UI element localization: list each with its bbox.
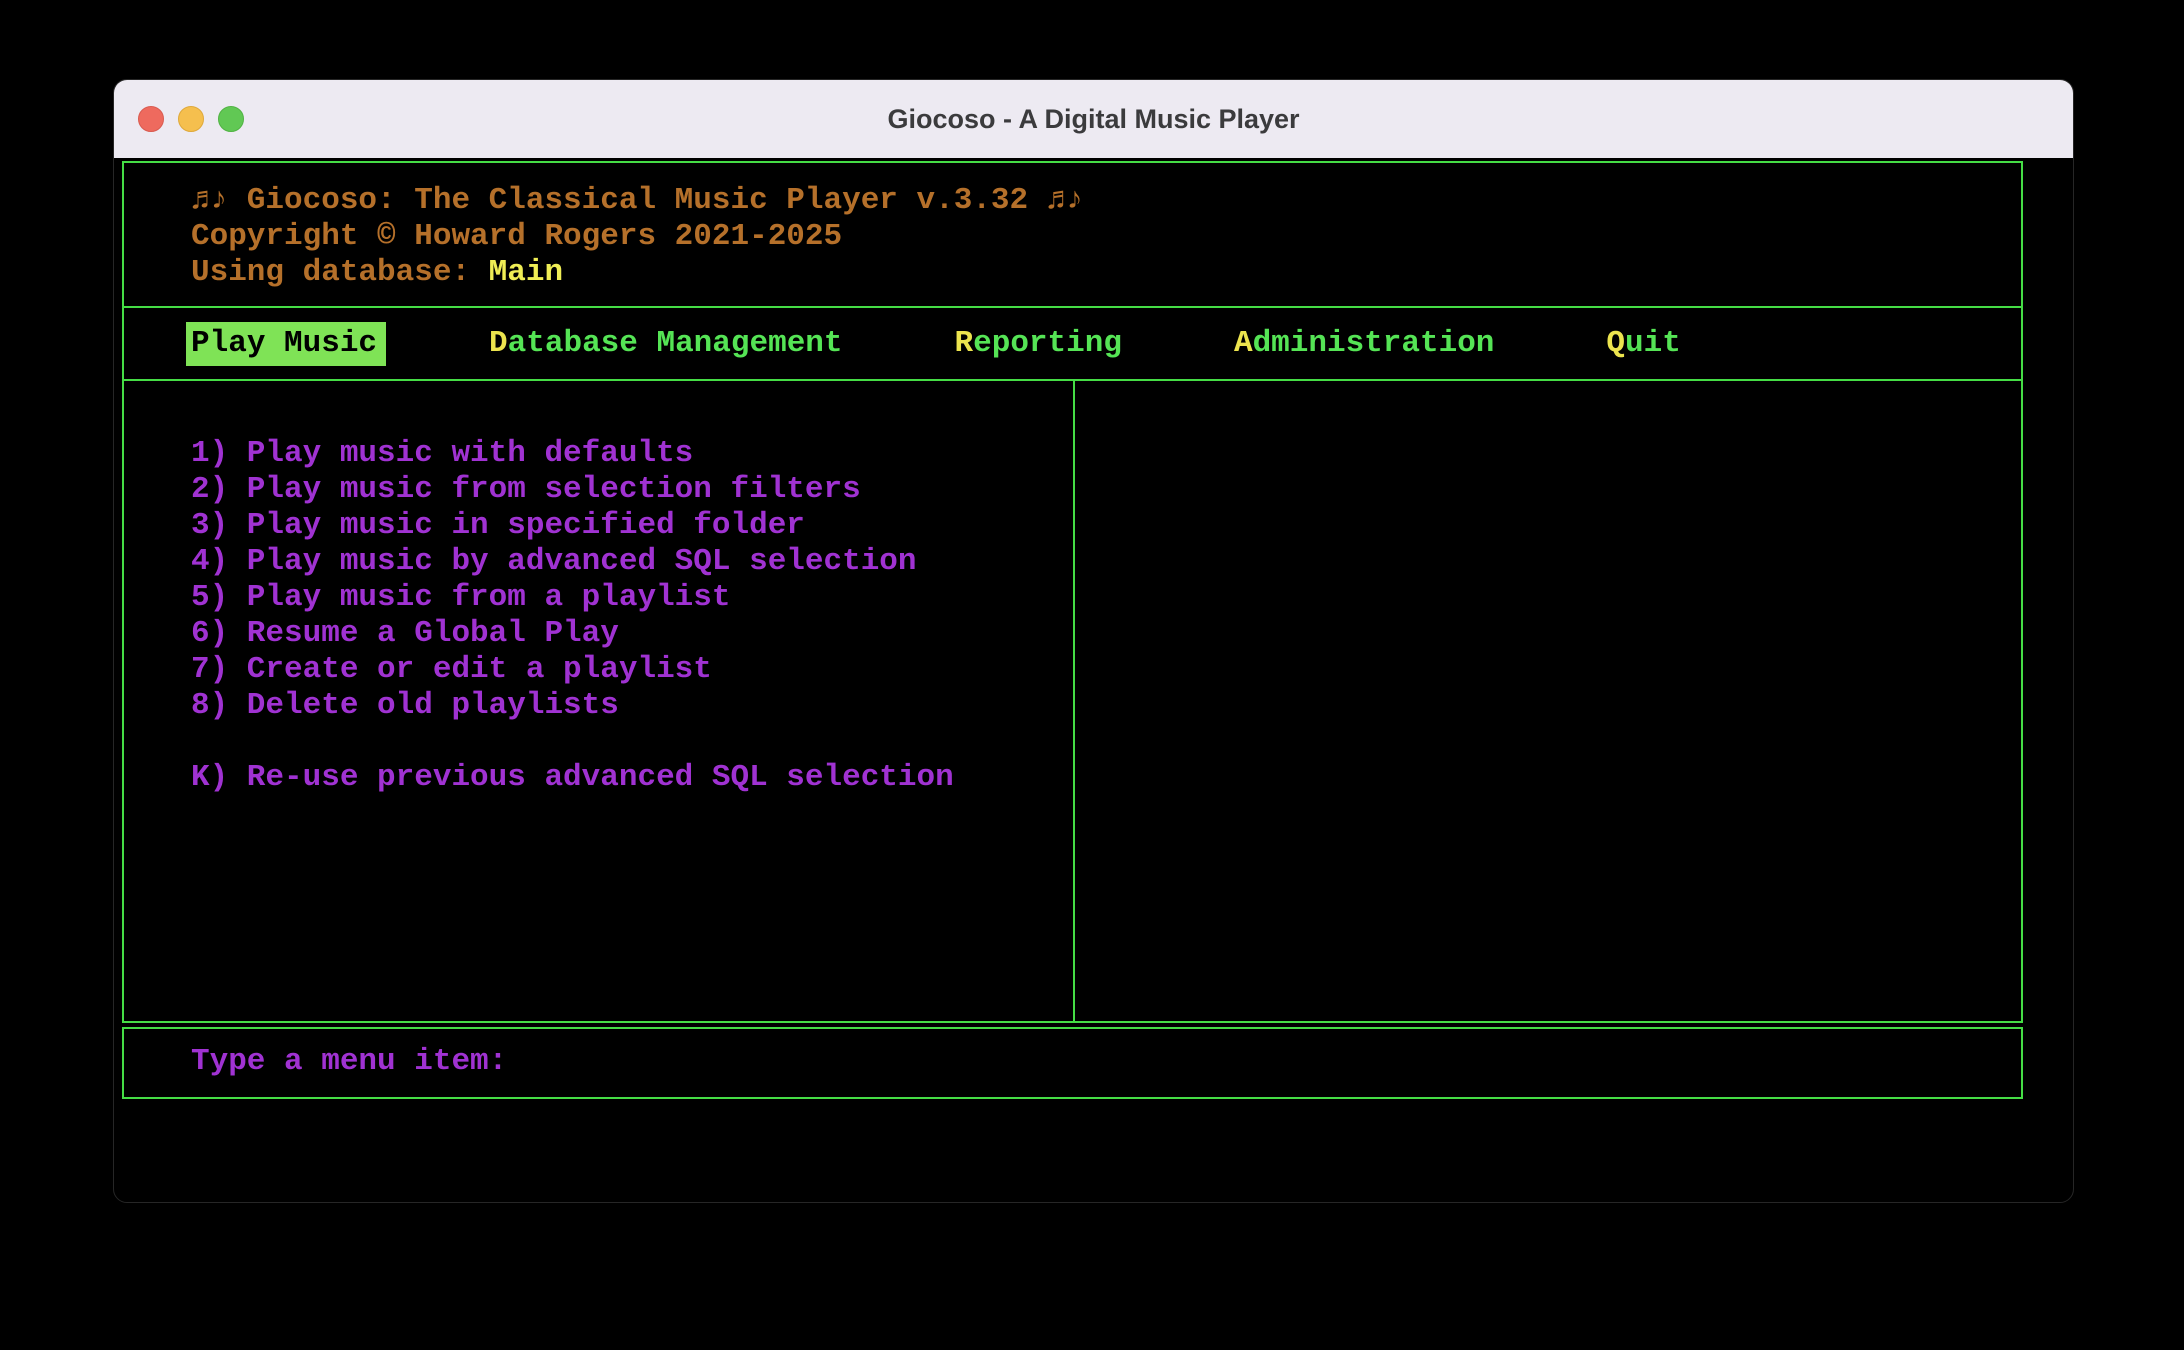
menubar-item-administration[interactable]: Administration xyxy=(1234,326,1494,362)
menu-option-5[interactable]: 5) Play music from a playlist xyxy=(191,580,1073,616)
hotkey-letter: Q xyxy=(1606,326,1625,361)
close-button[interactable] xyxy=(138,106,164,132)
menubar-item-label: dministration xyxy=(1253,326,1495,361)
menubar-item-label: eporting xyxy=(973,326,1122,361)
menu-options-spacer xyxy=(191,724,1073,760)
detail-pane xyxy=(1075,381,2021,1021)
prompt-panel[interactable]: Type a menu item: xyxy=(122,1027,2023,1099)
menu-option-3[interactable]: 3) Play music in specified folder xyxy=(191,508,1073,544)
hotkey-letter: R xyxy=(955,326,974,361)
menu-option-reuse-sql[interactable]: K) Re-use previous advanced SQL selectio… xyxy=(191,760,1073,796)
hotkey-letter: P xyxy=(191,326,210,361)
window-titlebar: Giocoso - A Digital Music Player xyxy=(114,80,2073,158)
menubar-item-quit[interactable]: Quit xyxy=(1606,326,1680,362)
menu-option-6[interactable]: 6) Resume a Global Play xyxy=(191,616,1073,652)
app-header-panel: ♬♪ Giocoso: The Classical Music Player v… xyxy=(124,163,2021,308)
window-title: Giocoso - A Digital Music Player xyxy=(887,104,1299,135)
database-line: Using database: Main xyxy=(191,255,2021,291)
menu-option-7[interactable]: 7) Create or edit a playlist xyxy=(191,652,1073,688)
tui-frame: ♬♪ Giocoso: The Classical Music Player v… xyxy=(122,161,2023,1023)
terminal-screen: ♬♪ Giocoso: The Classical Music Player v… xyxy=(122,161,2023,1099)
database-label: Using database: xyxy=(191,255,489,290)
zoom-button[interactable] xyxy=(218,106,244,132)
menu-option-8[interactable]: 8) Delete old playlists xyxy=(191,688,1073,724)
database-name: Main xyxy=(489,255,563,290)
minimize-button[interactable] xyxy=(178,106,204,132)
menubar-item-database-management[interactable]: Database Management xyxy=(489,326,842,362)
menubar-item-label: atabase Management xyxy=(508,326,843,361)
copyright-line: Copyright © Howard Rogers 2021-2025 xyxy=(191,219,2021,255)
menubar-item-label: lay Music xyxy=(210,326,377,361)
app-title-line: ♬♪ Giocoso: The Classical Music Player v… xyxy=(191,183,2021,219)
menubar-item-play-music[interactable]: Play Music xyxy=(186,322,386,366)
menubar-item-label: uit xyxy=(1625,326,1681,361)
menubar-item-reporting[interactable]: Reporting xyxy=(955,326,1122,362)
menu-options-pane: 1) Play music with defaults 2) Play musi… xyxy=(124,381,1075,1021)
menu-option-2[interactable]: 2) Play music from selection filters xyxy=(191,472,1073,508)
content-panes: 1) Play music with defaults 2) Play musi… xyxy=(124,381,2021,1021)
menu-option-4[interactable]: 4) Play music by advanced SQL selection xyxy=(191,544,1073,580)
window-controls xyxy=(138,80,244,158)
prompt-label: Type a menu item: xyxy=(191,1044,507,1079)
hotkey-letter: A xyxy=(1234,326,1253,361)
menu-option-1[interactable]: 1) Play music with defaults xyxy=(191,436,1073,472)
hotkey-letter: D xyxy=(489,326,508,361)
app-window: Giocoso - A Digital Music Player ♬♪ Gioc… xyxy=(113,79,2074,1203)
menubar: Play Music Database Management Reporting… xyxy=(124,308,2021,381)
